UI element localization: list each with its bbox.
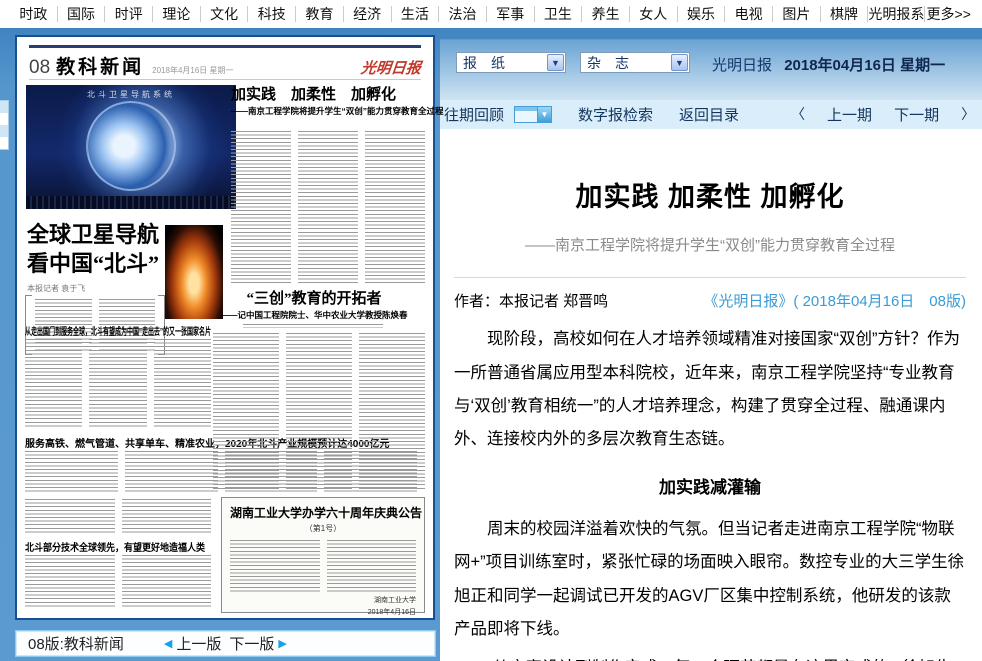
article-section-heading: 加实践减灌输 xyxy=(454,471,966,505)
paper-select-value: 报 纸 xyxy=(463,53,505,73)
nav-item-dianshi[interactable]: 电视 xyxy=(724,6,772,22)
article-body: 现阶段，高校如何在人才培养领域精准对接国家“双创”方针？作为一所普通省属应用型本… xyxy=(454,323,966,661)
next-page-arrow-icon[interactable]: ▶ xyxy=(278,637,286,650)
left-panel: 08 教科新闻 2018年4月16日 星期一 光明日报 北斗卫星导航系统 加实践… xyxy=(0,28,440,661)
nav-item-shizheng[interactable]: 时政 xyxy=(10,6,57,22)
micro-text-columns xyxy=(25,499,211,533)
notice-number: （第1号） xyxy=(230,523,416,534)
paper-masthead-logo: 光明日报 xyxy=(360,57,422,78)
magazine-select[interactable]: 杂 志 ▼ xyxy=(580,52,690,73)
header-blue-strip xyxy=(440,28,982,40)
paper-header-meta: 2018年4月16日 星期一 xyxy=(152,65,233,76)
micro-text-columns xyxy=(25,555,211,609)
article-paragraph: 周末的校园洋溢着欢快的气氛。但当记者走进南京工程学院“物联网+”项目训练室时，紧… xyxy=(454,513,966,646)
current-page-label: 08版:教科新闻 xyxy=(28,633,124,654)
nav-item-yule[interactable]: 娱乐 xyxy=(677,6,725,22)
prev-page-link[interactable]: 上一版 xyxy=(176,633,221,654)
nav-item-yangsheng[interactable]: 养生 xyxy=(581,6,629,22)
prev-issue-link[interactable]: 上一期 xyxy=(827,104,872,125)
nav-item-more[interactable]: 更多>> xyxy=(924,6,972,22)
article-author: 作者：本报记者 郑晋鸣 xyxy=(454,290,608,311)
digital-search-link[interactable]: 数字报检索 xyxy=(578,104,653,125)
article-subtitle: ——南京工程学院将提升学生“双创”能力贯穿教育全过程 xyxy=(454,234,966,255)
main-area: 08 教科新闻 2018年4月16日 星期一 光明日报 北斗卫星导航系统 加实践… xyxy=(0,28,982,661)
masthead-rule xyxy=(29,45,421,48)
article-source: 《光明日报》( 2018年04月16日 08版) xyxy=(703,290,966,311)
prev-issue-arrow-icon[interactable]: 〈 xyxy=(791,104,805,124)
next-issue-arrow-icon[interactable]: 〉 xyxy=(961,104,975,124)
nav-item-shiping[interactable]: 时评 xyxy=(104,6,152,22)
beidou-emblem xyxy=(86,101,176,191)
paper-crosshead-1: 从走出国门到服务全球，北斗有望成为中国“走出去”的又一张国家名片 xyxy=(25,323,211,338)
paper-select[interactable]: 报 纸 ▼ xyxy=(456,52,566,73)
nav-item-junshi[interactable]: 军事 xyxy=(486,6,534,22)
issue-date: 2018年04月16日 星期一 xyxy=(784,57,945,74)
nav-item-gmbaoxi[interactable]: 光明报系 xyxy=(867,6,924,22)
paper-section-name: 教科新闻 xyxy=(56,52,144,79)
paper-feature-title[interactable]: 加实践 加柔性 加孵化 xyxy=(231,83,425,104)
paper-lead-byline: 本报记者 袁于飞 xyxy=(27,283,85,294)
right-panel: 报 纸 ▼ 杂 志 ▼ 光明日报 2018年04月16日 星期一 往期回顾 ▼ … xyxy=(440,28,982,661)
top-nav: 时政 国际 时评 理论 文化 科技 教育 经济 生活 法治 军事 卫生 养生 女… xyxy=(0,0,982,28)
chevron-down-icon[interactable]: ▼ xyxy=(671,54,688,71)
micro-text-columns xyxy=(231,131,425,283)
micro-text-columns xyxy=(25,339,211,429)
nav-item-keji[interactable]: 科技 xyxy=(247,6,295,22)
calendar-dropdown-icon[interactable]: ▼ xyxy=(538,106,552,123)
nav-item-guoji[interactable]: 国际 xyxy=(57,6,105,22)
photo-caption-text: 北斗卫星导航系统 xyxy=(26,89,236,100)
paper-lead-headline[interactable]: 全球卫星导航 看中国“北斗” xyxy=(27,221,169,278)
article-divider xyxy=(454,277,966,278)
beidou-event-photo: 北斗卫星导航系统 xyxy=(26,85,236,209)
nav-item-jiaoyu[interactable]: 教育 xyxy=(295,6,343,22)
nav-item-nvren[interactable]: 女人 xyxy=(629,6,677,22)
issue-pager: 〈 上一期 下一期 〉 xyxy=(791,104,975,125)
notice-title: 湖南工业大学办学六十周年庆典公告 xyxy=(230,504,416,521)
nav-item-fazhi[interactable]: 法治 xyxy=(438,6,486,22)
article-view: 加实践 加柔性 加孵化 ——南京工程学院将提升学生“双创”能力贯穿教育全过程 作… xyxy=(440,129,982,661)
nav-item-lilun[interactable]: 理论 xyxy=(152,6,200,22)
prev-page-arrow-icon[interactable]: ◀ xyxy=(164,637,172,650)
calendar-icon[interactable] xyxy=(514,106,538,123)
nav-item-shenghuo[interactable]: 生活 xyxy=(391,6,439,22)
page-navigation-bar: 08版:教科新闻 ◀ 上一版 下一版 ▶ xyxy=(15,630,436,657)
paper-page-header: 08 教科新闻 2018年4月16日 星期一 光明日报 xyxy=(29,52,421,79)
paper-article2-subtitle: ——记中国工程院院士、华中农业大学教授陈焕春 xyxy=(213,309,415,321)
article-meta-row: 作者：本报记者 郑晋鸣 《光明日报》( 2018年04月16日 08版) xyxy=(454,290,966,311)
micro-text-columns xyxy=(213,333,425,491)
collapse-handle[interactable] xyxy=(0,100,9,150)
article-paragraph: 现阶段，高校如何在人才培养领域精准对接国家“双创”方针？作为一所普通省属应用型本… xyxy=(454,323,966,456)
article-paragraph: “从方案设计到制作完成，每一个环节都是在这里完成的。”徐旭告诉记者，他的课题创造… xyxy=(454,652,966,661)
micro-byline-line xyxy=(243,324,383,328)
nav-item-wenhua[interactable]: 文化 xyxy=(200,6,248,22)
paper-article2-title[interactable]: “三创”教育的开拓者 xyxy=(213,287,415,308)
nav-item-weisheng[interactable]: 卫生 xyxy=(534,6,582,22)
magazine-select-value: 杂 志 xyxy=(587,53,629,73)
chevron-down-icon[interactable]: ▼ xyxy=(547,54,564,71)
header-divider xyxy=(29,79,421,80)
anniversary-notice-box: 湖南工业大学办学六十周年庆典公告 （第1号） 湖南工业大学 2018年4月16日 xyxy=(221,497,425,613)
issue-header: 报 纸 ▼ 杂 志 ▼ 光明日报 2018年04月16日 星期一 xyxy=(440,40,982,99)
article-title: 加实践 加柔性 加孵化 xyxy=(454,175,966,214)
micro-text-columns xyxy=(230,540,416,592)
back-to-directory-link[interactable]: 返回目录 xyxy=(679,104,739,125)
reader-toolbar: 往期回顾 ▼ 数字报检索 返回目录 〈 上一期 下一期 〉 xyxy=(440,100,982,130)
newspaper-page-preview[interactable]: 08 教科新闻 2018年4月16日 星期一 光明日报 北斗卫星导航系统 加实践… xyxy=(15,35,435,620)
next-page-link[interactable]: 下一版 xyxy=(229,633,274,654)
paper-page-number: 08 xyxy=(29,57,50,79)
past-issues-link[interactable]: 往期回顾 xyxy=(444,104,504,125)
nav-item-tupian[interactable]: 图片 xyxy=(772,6,820,22)
issue-info: 光明日报 2018年04月16日 星期一 xyxy=(712,52,945,75)
paper-feature-subtitle: ——南京工程学院将提升学生“双创”能力贯穿教育全过程 xyxy=(231,105,444,117)
notice-signature: 湖南工业大学 2018年4月16日 xyxy=(230,595,416,619)
nav-item-jingji[interactable]: 经济 xyxy=(343,6,391,22)
next-issue-link[interactable]: 下一期 xyxy=(894,104,939,125)
paper-crosshead-3: 北斗部分技术全球领先，有望更好地造福人类 xyxy=(25,539,205,554)
calendar-picker[interactable]: ▼ xyxy=(514,106,552,123)
nav-item-qipai[interactable]: 棋牌 xyxy=(820,6,868,22)
masthead-name: 光明日报 xyxy=(712,57,772,74)
